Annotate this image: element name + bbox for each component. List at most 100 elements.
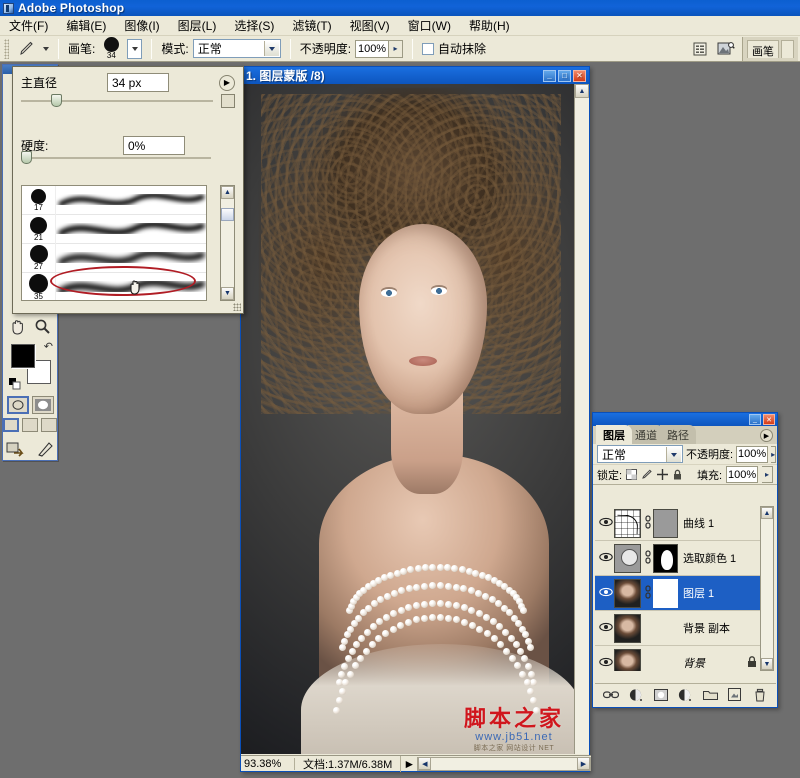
panel-menu-icon[interactable]: ▶	[760, 429, 773, 442]
eye-visibility-icon[interactable]	[597, 552, 614, 565]
scroll-up-icon[interactable]: ▲	[761, 507, 773, 519]
document-title-bar[interactable]: 1. 图层蒙版 /8) _ □ ✕	[241, 67, 589, 84]
jump-to-imageready-icon[interactable]	[716, 39, 736, 59]
hand-tool-icon[interactable]	[5, 314, 30, 338]
menu-item-filter[interactable]: 滤镜(T)	[283, 15, 340, 36]
scroll-up-icon[interactable]: ▲	[221, 186, 234, 199]
layer-row[interactable]: 背景 副本	[595, 611, 762, 646]
layer-mask-thumbnail[interactable]	[653, 579, 678, 608]
layer-mask-thumbnail[interactable]	[653, 544, 678, 573]
brush-preset-list[interactable]: 1721273545	[21, 185, 207, 301]
image-canvas[interactable]: 脚本之家 www.jb51.net 脚本之家 网站设计 NET	[241, 84, 589, 754]
fill-input[interactable]: 100%	[726, 466, 758, 483]
scroll-down-icon[interactable]: ▼	[761, 658, 773, 670]
brush-picker-chevron-down-icon[interactable]	[127, 39, 142, 59]
hardness-input[interactable]: 0%	[123, 136, 185, 155]
layer-thumbnail[interactable]	[614, 614, 641, 643]
blend-mode-select[interactable]: 正常	[193, 39, 281, 58]
close-icon[interactable]: ✕	[763, 414, 775, 425]
brush-preset-item[interactable]: 21	[22, 215, 206, 244]
zoom-level-value[interactable]: 93.38%	[241, 758, 295, 770]
hardness-slider[interactable]	[13, 155, 243, 159]
tab-layers[interactable]: 图层	[596, 425, 632, 444]
menu-item-view[interactable]: 视图(V)	[341, 15, 399, 36]
layer-thumbnail[interactable]	[614, 579, 641, 608]
horizontal-scrollbar[interactable]: ◀ ▶	[417, 757, 591, 771]
scroll-right-icon[interactable]: ▶	[577, 757, 590, 770]
layer-opacity-slider-arrow-icon[interactable]: ▸	[771, 446, 776, 463]
layers-list-scrollbar[interactable]: ▲ ▼	[760, 506, 774, 671]
layer-row[interactable]: 选取颜色 1	[595, 541, 762, 576]
menu-item-help[interactable]: 帮助(H)	[460, 15, 519, 36]
new-preset-icon[interactable]	[221, 94, 235, 108]
standard-screen-icon[interactable]	[3, 418, 19, 432]
menu-item-edit[interactable]: 编辑(E)	[57, 15, 115, 36]
eye-visibility-icon[interactable]	[597, 587, 614, 600]
brush-preset-item[interactable]: 35	[22, 273, 206, 301]
layer-row[interactable]: 背景	[595, 646, 762, 671]
swap-colors-icon[interactable]: ↶	[44, 340, 53, 353]
scroll-down-icon[interactable]: ▼	[221, 287, 234, 300]
default-colors-icon[interactable]	[9, 378, 21, 390]
scroll-up-icon[interactable]: ▲	[575, 84, 589, 98]
layer-link-icon[interactable]	[643, 584, 653, 602]
maximize-icon[interactable]: □	[558, 70, 571, 82]
layer-row[interactable]: 图层 1	[595, 576, 762, 611]
layer-opacity-input[interactable]: 100%	[736, 446, 768, 463]
brush-preview[interactable]: 34	[99, 37, 123, 61]
layer-style-fx-icon[interactable]	[628, 687, 644, 703]
opacity-slider-arrow-icon[interactable]: ▸	[389, 40, 403, 58]
new-layer-icon[interactable]	[727, 687, 743, 703]
layer-link-icon[interactable]	[643, 549, 653, 567]
lock-all-icon[interactable]	[672, 468, 683, 481]
minimize-icon[interactable]: _	[749, 414, 761, 425]
layers-list[interactable]: 曲线 1选取颜色 1图层 1背景 副本背景	[595, 506, 762, 671]
eye-visibility-icon[interactable]	[597, 657, 614, 670]
full-screen-icon[interactable]	[41, 418, 57, 432]
add-layer-mask-icon[interactable]	[653, 687, 669, 703]
eye-visibility-icon[interactable]	[597, 517, 614, 530]
master-diameter-slider[interactable]	[13, 92, 243, 108]
menu-item-layer[interactable]: 图层(L)	[169, 15, 226, 36]
lock-image-pixels-icon[interactable]	[641, 468, 653, 481]
auto-erase-checkbox[interactable]: 自动抹除	[422, 40, 486, 57]
brush-list-scrollbar[interactable]: ▲ ▼	[220, 185, 235, 301]
layer-thumbnail[interactable]	[614, 509, 641, 538]
tab-channels[interactable]: 通道	[628, 425, 664, 444]
palette-well[interactable]: 画笔	[742, 37, 798, 61]
master-diameter-input[interactable]: 34 px	[107, 73, 169, 92]
layer-blend-mode-select[interactable]: 正常	[597, 445, 683, 463]
menu-item-file[interactable]: 文件(F)	[0, 15, 57, 36]
full-screen-with-menu-icon[interactable]	[22, 418, 38, 432]
document-vertical-scrollbar[interactable]: ▲	[574, 84, 589, 754]
brush-preset-item[interactable]: 17	[22, 186, 206, 215]
minimize-icon[interactable]: _	[543, 70, 556, 82]
scrollbar-thumb[interactable]	[221, 208, 234, 221]
layer-link-icon[interactable]	[643, 514, 653, 532]
new-group-icon[interactable]	[702, 687, 718, 703]
delete-layer-icon[interactable]	[752, 687, 768, 703]
zoom-tool-icon[interactable]	[30, 314, 55, 338]
layer-thumbnail[interactable]	[614, 649, 641, 672]
tab-paths[interactable]: 路径	[660, 425, 696, 444]
lock-transparent-pixels-icon[interactable]	[626, 468, 637, 481]
new-adjustment-layer-icon[interactable]	[677, 687, 693, 703]
scroll-left-icon[interactable]: ◀	[418, 757, 431, 770]
quick-mask-mode-icon[interactable]	[32, 396, 54, 414]
panel-resize-grip[interactable]	[233, 303, 241, 311]
link-layers-icon[interactable]	[603, 687, 619, 703]
tool-preset-chevron-down-icon[interactable]	[43, 47, 49, 51]
panel-menu-icon[interactable]: ▶	[219, 75, 235, 91]
fill-slider-arrow-icon[interactable]: ▸	[762, 466, 773, 483]
layer-thumbnail[interactable]	[614, 544, 641, 573]
eye-visibility-icon[interactable]	[597, 622, 614, 635]
jump-to-imageready-icon[interactable]	[3, 437, 28, 461]
layer-row[interactable]: 曲线 1	[595, 506, 762, 541]
options-bar-grip[interactable]	[4, 39, 9, 59]
palette-list-icon[interactable]	[690, 39, 710, 59]
menu-item-window[interactable]: 窗口(W)	[399, 15, 460, 36]
palette-well-tab-brushes[interactable]: 画笔	[747, 40, 779, 58]
palette-well-tab-extra[interactable]	[781, 40, 794, 58]
layer-mask-thumbnail[interactable]	[653, 509, 678, 538]
pencil-tool-icon[interactable]	[15, 38, 39, 60]
